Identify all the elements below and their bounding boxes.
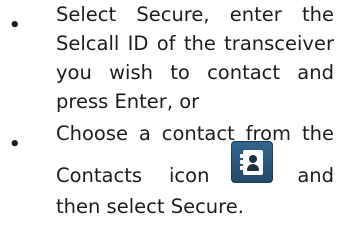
word: enter xyxy=(229,3,282,26)
word: transceiver xyxy=(224,32,334,55)
word: Secure, xyxy=(136,3,210,26)
instruction-list: • Select Secure, enter the Selcall ID of… xyxy=(0,0,350,246)
word: contact xyxy=(161,122,235,145)
word: wish xyxy=(109,61,153,84)
word: Selcall xyxy=(56,32,120,55)
binder-tab-shape xyxy=(240,160,245,164)
word: and xyxy=(297,164,334,187)
instruction-1-line-1: Select Secure, enter the xyxy=(56,3,334,27)
person-head-shape xyxy=(249,155,257,163)
word: the xyxy=(301,3,334,26)
person-body-shape xyxy=(247,164,259,171)
word: you xyxy=(56,61,92,84)
word: and xyxy=(297,61,334,84)
binder-tab-shape xyxy=(240,154,245,158)
word: the xyxy=(301,122,334,145)
word: a xyxy=(138,122,151,145)
word: Select xyxy=(56,3,117,26)
word: ID xyxy=(127,32,149,55)
instruction-1-line-3: you wish to contact and xyxy=(56,61,334,85)
word: of xyxy=(156,32,176,55)
word: to xyxy=(170,61,190,84)
word: contact xyxy=(207,61,281,84)
bullet-point: • xyxy=(9,15,21,36)
word: Choose xyxy=(56,122,128,145)
word: icon xyxy=(169,164,210,187)
contacts-book-icon xyxy=(231,141,273,183)
contact-card-shape xyxy=(243,150,263,175)
binder-tab-shape xyxy=(240,166,245,170)
instruction-2-line-3: then select Secure. xyxy=(56,195,244,218)
bullet-point: • xyxy=(9,134,21,155)
instruction-2-line-1: Choose a contact from the xyxy=(56,122,334,146)
word: the xyxy=(183,32,216,55)
word: Contacts xyxy=(56,164,143,187)
instruction-1-line-4: press Enter, or xyxy=(56,90,200,113)
instruction-1-line-2: Selcall ID of the transceiver xyxy=(56,32,334,56)
